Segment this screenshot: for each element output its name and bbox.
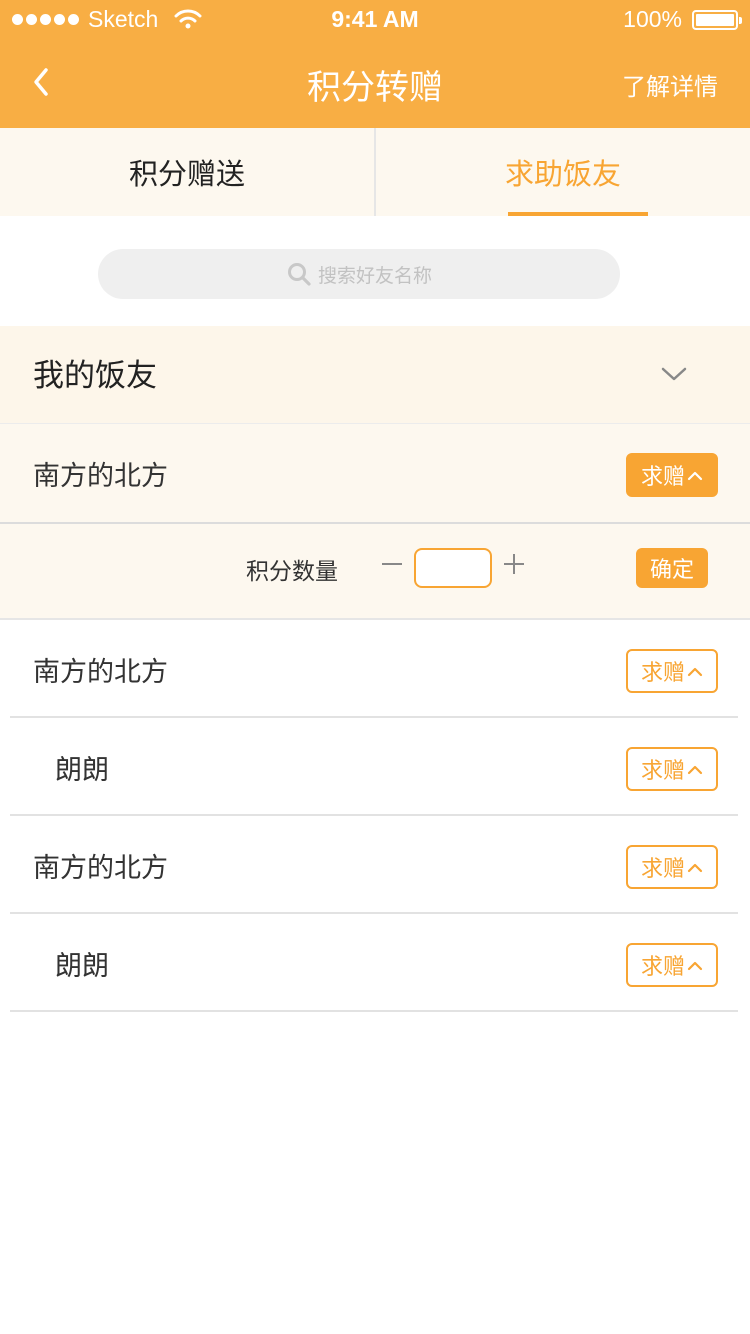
- search-input[interactable]: 搜索好友名称: [98, 249, 620, 299]
- group-title: 我的饭友: [33, 358, 157, 394]
- friend-name: 朗朗: [55, 755, 109, 786]
- chevron-up-icon: [687, 961, 703, 971]
- friend-name: 南方的北方: [33, 657, 168, 688]
- tab-label: 求助饭友: [504, 157, 621, 191]
- learn-more-link[interactable]: 了解详情: [622, 67, 718, 102]
- search-icon: [287, 263, 311, 286]
- list-item: 南方的北方 求赠: [0, 816, 750, 914]
- request-gift-button[interactable]: 求赠: [626, 943, 718, 987]
- points-quantity-label: 积分数量: [246, 559, 338, 585]
- row-divider: [10, 1010, 738, 1012]
- minus-icon[interactable]: [380, 552, 404, 576]
- tab-points-gift[interactable]: 积分赠送: [0, 128, 374, 216]
- search-area: 搜索好友名称: [0, 216, 750, 326]
- request-gift-button[interactable]: 求赠: [626, 453, 718, 497]
- request-gift-button[interactable]: 求赠: [626, 747, 718, 791]
- tab-label: 积分赠送: [128, 157, 245, 191]
- points-quantity-panel: 积分数量 确定: [0, 522, 750, 620]
- request-gift-label: 求赠: [640, 857, 685, 882]
- search-placeholder: 搜索好友名称: [317, 264, 432, 287]
- quantity-field[interactable]: [414, 548, 492, 588]
- battery-icon: [692, 10, 742, 30]
- chevron-up-icon: [687, 765, 703, 775]
- request-gift-label: 求赠: [640, 661, 685, 686]
- plus-icon[interactable]: [502, 552, 526, 576]
- list-item: 朗朗 求赠: [0, 718, 750, 816]
- friend-name: 南方的北方: [33, 461, 168, 492]
- tab-ask-friends[interactable]: 求助饭友: [376, 128, 750, 216]
- chevron-up-icon: [687, 863, 703, 873]
- confirm-button[interactable]: 确定: [636, 548, 708, 588]
- chevron-up-icon: [687, 471, 703, 481]
- list-item: 朗朗 求赠: [0, 914, 750, 1012]
- tab-bar: 积分赠送 求助饭友: [0, 128, 750, 216]
- chevron-down-icon: [661, 367, 687, 381]
- list-item: 南方的北方 求赠: [0, 620, 750, 718]
- request-gift-label: 求赠: [640, 759, 685, 784]
- friends-group-header[interactable]: 我的饭友: [0, 326, 750, 424]
- status-bar: Sketch 9:41 AM 100%: [0, 0, 750, 40]
- battery-percent: 100%: [623, 6, 682, 32]
- request-gift-button[interactable]: 求赠: [626, 649, 718, 693]
- chevron-up-icon: [687, 667, 703, 677]
- friend-name: 朗朗: [55, 951, 109, 982]
- list-item: 南方的北方 求赠: [0, 424, 750, 522]
- friend-name: 南方的北方: [33, 853, 168, 884]
- request-gift-button[interactable]: 求赠: [626, 845, 718, 889]
- request-gift-label: 求赠: [640, 955, 685, 980]
- top-bar: Sketch 9:41 AM 100% 积分转赠 了解详情: [0, 0, 750, 128]
- request-gift-label: 求赠: [640, 465, 685, 490]
